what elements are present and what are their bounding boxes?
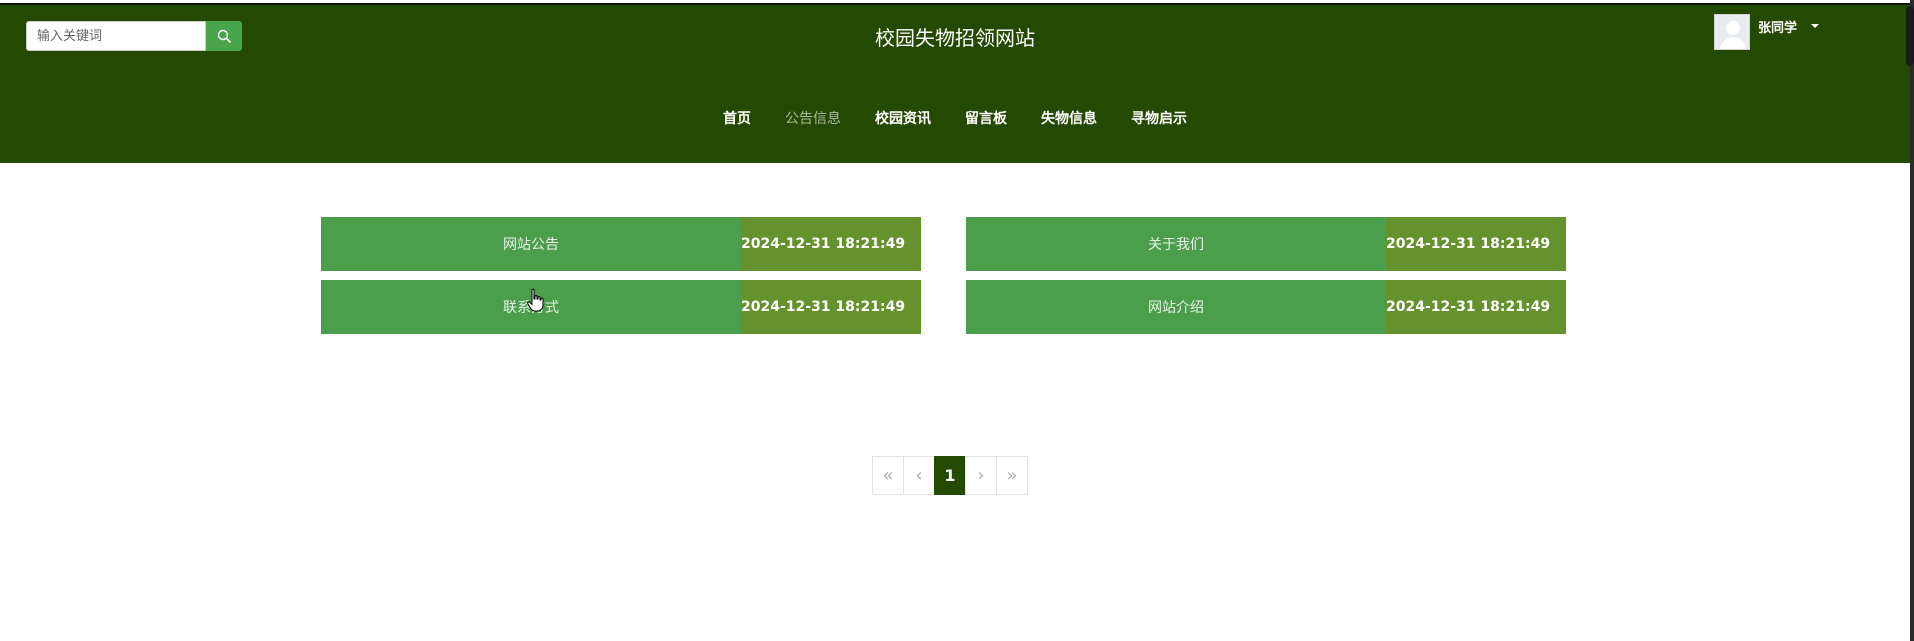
caret-down-icon[interactable] <box>1811 24 1820 28</box>
announcement-title[interactable]: 关于我们 <box>966 217 1386 271</box>
nav-item-home[interactable]: 首页 <box>706 108 768 128</box>
nav-item-announcements[interactable]: 公告信息 <box>768 108 858 128</box>
announcement-card[interactable]: 网站介绍 2024-12-31 18:21:49 <box>966 280 1566 334</box>
nav-item-found-notices[interactable]: 寻物启示 <box>1114 108 1204 128</box>
nav-item-lost-items[interactable]: 失物信息 <box>1024 108 1114 128</box>
announcement-title[interactable]: 网站公告 <box>321 217 741 271</box>
announcement-date: 2024-12-31 18:21:49 <box>741 280 921 334</box>
next-page-button[interactable]: › <box>965 456 997 495</box>
last-page-button[interactable]: » <box>996 456 1028 495</box>
user-menu[interactable]: 张同学 <box>1714 14 1820 50</box>
announcement-date: 2024-12-31 18:21:49 <box>741 217 921 271</box>
scrollbar-track[interactable] <box>1910 0 1914 641</box>
announcement-card[interactable]: 联系方式 2024-12-31 18:21:49 <box>321 280 921 334</box>
nav-item-campus-news[interactable]: 校园资讯 <box>858 108 948 128</box>
main-nav: 首页 公告信息 校园资讯 留言板 失物信息 寻物启示 <box>0 108 1910 128</box>
announcement-title[interactable]: 网站介绍 <box>966 280 1386 334</box>
announcement-date: 2024-12-31 18:21:49 <box>1386 280 1566 334</box>
announcement-card[interactable]: 网站公告 2024-12-31 18:21:49 <box>321 217 921 271</box>
nav-item-message-board[interactable]: 留言板 <box>948 108 1024 128</box>
user-name[interactable]: 张同学 <box>1758 17 1797 36</box>
pagination: « ‹ 1 › » <box>872 456 1028 495</box>
prev-page-button[interactable]: ‹ <box>903 456 935 495</box>
first-page-button[interactable]: « <box>872 456 904 495</box>
current-page-button[interactable]: 1 <box>934 456 966 495</box>
hand-pointer-icon <box>527 288 544 312</box>
scrollbar-thumb[interactable] <box>1906 6 1914 66</box>
announcement-card[interactable]: 关于我们 2024-12-31 18:21:49 <box>966 217 1566 271</box>
site-header: 校园失物招领网站 张同学 首页 公告信息 校园资讯 留言板 失物信息 寻物启示 <box>0 3 1910 163</box>
site-title: 校园失物招领网站 <box>875 26 1035 50</box>
announcement-date: 2024-12-31 18:21:49 <box>1386 217 1566 271</box>
avatar[interactable] <box>1714 14 1750 50</box>
